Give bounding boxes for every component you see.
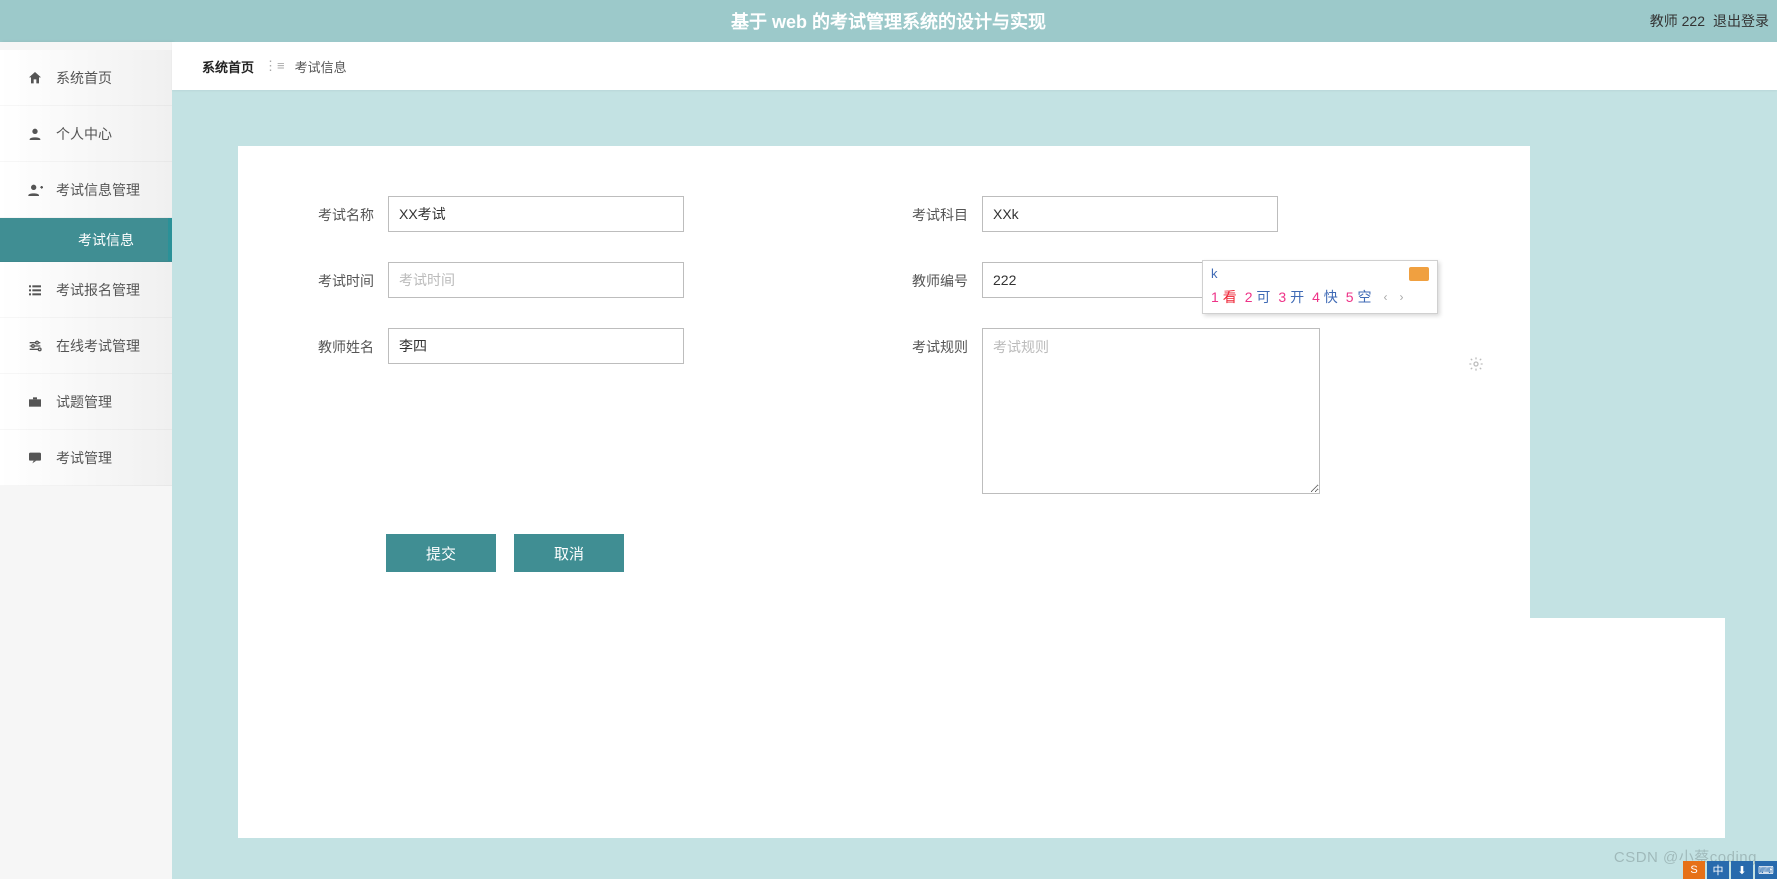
form-card: 考试名称 考试科目 考试时间 教师编号: [238, 146, 1530, 618]
sidebar-subitem-label: 考试信息: [78, 230, 134, 250]
sidebar-subitem-exam-info[interactable]: 考试信息: [0, 218, 172, 262]
person-add-icon: [26, 181, 44, 199]
ime-halfwidth-icon: ⬇: [1731, 861, 1753, 879]
ime-composition: k: [1211, 266, 1218, 281]
label-teacher-id: 教师编号: [904, 262, 968, 291]
sidebar-item-exam-info[interactable]: 考试信息管理: [0, 162, 172, 218]
ime-candidate[interactable]: 1 看: [1211, 287, 1237, 307]
label-teacher-name: 教师姓名: [310, 328, 374, 357]
home-icon: [26, 69, 44, 87]
sidebar-item-signup[interactable]: 考试报名管理: [0, 262, 172, 318]
breadcrumb-current: 考试信息: [295, 57, 347, 76]
top-bar: 基于 web 的考试管理系统的设计与实现 教师 222 退出登录: [0, 0, 1777, 42]
ime-candidate[interactable]: 2 可: [1245, 287, 1271, 307]
gear-icon[interactable]: [1468, 356, 1484, 377]
input-exam-subject[interactable]: [982, 196, 1278, 232]
ime-prev-icon[interactable]: ‹: [1383, 290, 1387, 304]
cancel-button[interactable]: 取消: [514, 534, 624, 572]
textarea-exam-rule[interactable]: [982, 328, 1320, 494]
label-exam-subject: 考试科目: [904, 196, 968, 225]
ime-candidate[interactable]: 4 快: [1312, 287, 1338, 307]
sidebar-item-question[interactable]: 试题管理: [0, 374, 172, 430]
briefcase-icon: [26, 393, 44, 411]
sidebar-item-home[interactable]: 系统首页: [0, 50, 172, 106]
label-exam-name: 考试名称: [310, 196, 374, 225]
field-exam-subject: 考试科目: [904, 196, 1458, 232]
input-exam-time[interactable]: [388, 262, 684, 298]
sidebar-item-label: 个人中心: [56, 124, 112, 144]
sidebar-item-label: 系统首页: [56, 68, 112, 88]
sidebar-item-profile[interactable]: 个人中心: [0, 106, 172, 162]
sliders-icon: [26, 337, 44, 355]
ime-popup[interactable]: k 1 看 2 可 3 开 4 快 5 空 ‹ ›: [1202, 260, 1438, 314]
field-exam-rule: 考试规则: [904, 328, 1458, 494]
main-area: 系统首页 ⋮≡ 考试信息 考试名称 考试科目: [172, 42, 1777, 879]
ime-next-icon[interactable]: ›: [1399, 290, 1403, 304]
input-teacher-name[interactable]: [388, 328, 684, 364]
sidebar-item-exam-manage[interactable]: 考试管理: [0, 430, 172, 486]
sidebar-item-label: 考试管理: [56, 448, 112, 468]
list-icon: [26, 281, 44, 299]
sidebar: 系统首页 个人中心 考试信息管理 考试信息 考试报名管理: [0, 42, 172, 879]
sidebar-item-label: 考试信息管理: [56, 180, 140, 200]
breadcrumb: 系统首页 ⋮≡ 考试信息: [172, 42, 1777, 90]
logout-link[interactable]: 退出登录: [1713, 11, 1769, 31]
app-title: 基于 web 的考试管理系统的设计与实现: [731, 8, 1046, 34]
current-user-label[interactable]: 教师 222: [1650, 11, 1705, 31]
ime-candidates[interactable]: 1 看 2 可 3 开 4 快 5 空 ‹ ›: [1203, 283, 1437, 313]
submit-button[interactable]: 提交: [386, 534, 496, 572]
sogou-icon: S: [1683, 861, 1705, 879]
ime-candidate[interactable]: 5 空: [1346, 287, 1372, 307]
breadcrumb-root[interactable]: 系统首页: [202, 57, 254, 76]
keyboard-icon: ⌨: [1755, 861, 1777, 879]
sidebar-item-label: 考试报名管理: [56, 280, 140, 300]
sidebar-item-label: 试题管理: [56, 392, 112, 412]
ime-brand-icon: [1409, 267, 1429, 281]
field-exam-name: 考试名称: [310, 196, 864, 232]
chat-icon: [26, 449, 44, 467]
input-exam-name[interactable]: [388, 196, 684, 232]
label-exam-time: 考试时间: [310, 262, 374, 291]
taskbar-ime-indicator[interactable]: S 中 ⬇ ⌨: [1683, 861, 1777, 879]
person-icon: [26, 125, 44, 143]
label-exam-rule: 考试规则: [904, 328, 968, 357]
breadcrumb-sep-icon: ⋮≡: [264, 58, 285, 74]
field-exam-time: 考试时间: [310, 262, 864, 298]
field-teacher-name: 教师姓名: [310, 328, 864, 494]
sidebar-item-label: 在线考试管理: [56, 336, 140, 356]
ime-lang-icon: 中: [1707, 861, 1729, 879]
sidebar-item-online-exam[interactable]: 在线考试管理: [0, 318, 172, 374]
blank-panel: [238, 618, 1725, 838]
ime-candidate[interactable]: 3 开: [1278, 287, 1304, 307]
